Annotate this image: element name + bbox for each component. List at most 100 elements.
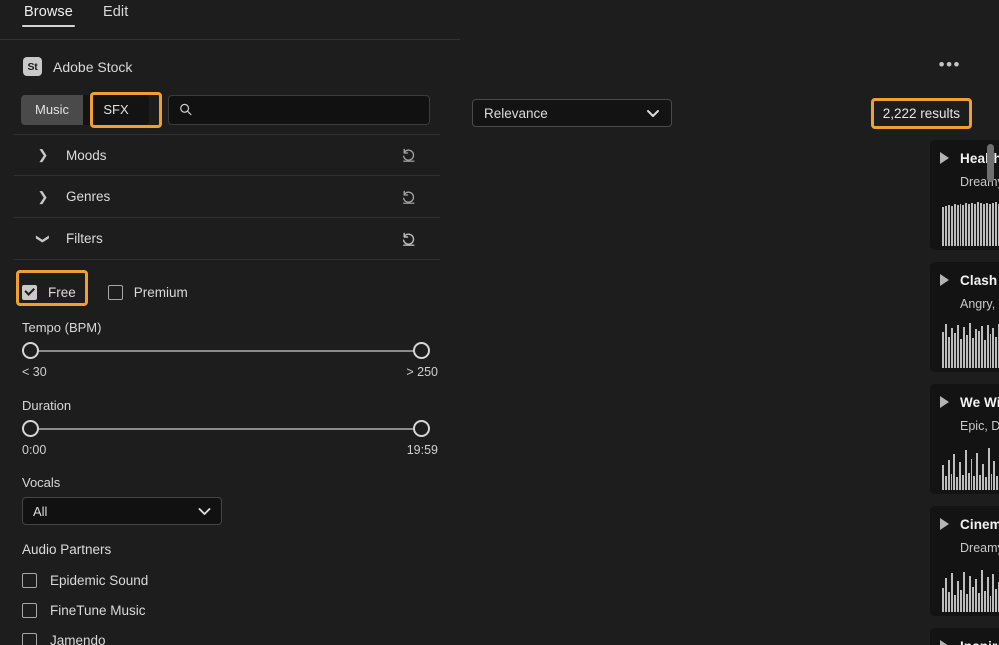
checkbox-free[interactable] [22, 284, 37, 300]
waveform-bar [980, 326, 983, 368]
media-type-segmented-control: Music SFX [21, 94, 149, 125]
waveform-bar [962, 205, 965, 246]
tempo-slider-max-handle[interactable] [413, 342, 430, 359]
tempo-min-label: < 30 [22, 365, 47, 379]
waveform-bar [982, 204, 985, 246]
waveform-bar [953, 204, 956, 246]
chevron-down-icon [647, 109, 659, 117]
waveform-bar [994, 202, 997, 246]
partner-finetune-music[interactable]: FineTune Music [22, 595, 438, 625]
audio-partners-label: Audio Partners [22, 542, 112, 557]
license-checkbox-row: Free Premium [22, 278, 438, 306]
waveform-bar [953, 454, 956, 490]
checkbox-jamendo[interactable] [22, 632, 37, 645]
results-scrollbar[interactable] [987, 140, 994, 645]
reset-icon[interactable] [400, 146, 418, 164]
waveform-bar [944, 324, 947, 368]
provider-row[interactable]: St Adobe Stock [0, 40, 460, 78]
tempo-slider-min-handle[interactable] [22, 342, 39, 359]
chevron-right-icon: ❯ [37, 188, 49, 204]
waveform-bar [959, 339, 962, 368]
waveform-bar [982, 464, 984, 490]
play-icon[interactable] [940, 518, 949, 530]
waveform-bar [962, 327, 965, 368]
checkbox-epidemic-sound[interactable] [22, 572, 37, 588]
waveform-bar [956, 477, 959, 490]
play-icon[interactable] [940, 152, 949, 164]
play-icon[interactable] [940, 640, 949, 645]
adobe-stock-icon: St [23, 57, 42, 76]
waveform-bar [956, 581, 959, 612]
segment-music-label: Music [35, 102, 69, 117]
tab-edit-label: Edit [102, 4, 129, 20]
duration-label: Duration [22, 398, 72, 413]
waveform-bar [947, 205, 950, 246]
checkbox-finetune-music[interactable] [22, 602, 37, 618]
waveform-bar [942, 207, 944, 246]
play-icon[interactable] [940, 396, 949, 408]
tab-browse-label: Browse [24, 4, 73, 20]
segment-music[interactable]: Music [21, 94, 83, 125]
waveform-bar [971, 587, 974, 612]
waveform-bar [947, 460, 950, 490]
search-field[interactable] [168, 94, 430, 125]
checkbox-premium[interactable] [107, 284, 123, 300]
more-options-icon[interactable]: ••• [939, 56, 961, 73]
duration-range-labels: 0:00 19:59 [22, 443, 438, 457]
reset-icon[interactable] [400, 188, 418, 206]
section-moods[interactable]: ❯ Moods [14, 134, 440, 176]
vocals-select[interactable]: All [22, 497, 222, 525]
duration-slider-max-handle[interactable] [413, 420, 430, 437]
section-genres[interactable]: ❯ Genres [14, 176, 440, 218]
waveform-bar [956, 325, 959, 368]
waveform-bar [962, 475, 964, 490]
tab-edit[interactable]: Edit [101, 2, 130, 27]
waveform-bar [968, 204, 971, 246]
section-filters-label: Filters [66, 231, 103, 246]
duration-slider[interactable] [22, 420, 430, 438]
waveform-bar [967, 473, 970, 490]
segment-sfx-label: SFX [103, 102, 129, 117]
duration-slider-track [32, 428, 420, 430]
section-filters[interactable]: ❯ Filters [14, 218, 440, 260]
tempo-slider-track [32, 350, 420, 352]
chevron-right-icon: ❯ [37, 147, 49, 162]
waveform-bar [970, 459, 973, 490]
results-count-wrap: 2,222 results [870, 97, 972, 129]
reset-icon[interactable] [400, 230, 418, 248]
waveform-bar [950, 328, 953, 368]
chevron-down-icon [198, 507, 211, 515]
waveform-bar [959, 462, 962, 490]
waveform-bar [950, 206, 953, 246]
results-count: 2,222 results [882, 105, 960, 121]
partner-epidemic-sound[interactable]: Epidemic Sound [22, 565, 438, 595]
waveform-bar [971, 202, 974, 246]
waveform-bar [976, 453, 979, 490]
waveform-bar [980, 570, 983, 612]
tempo-slider[interactable] [22, 342, 430, 360]
search-input[interactable] [200, 95, 419, 124]
waveform-bar [979, 475, 982, 490]
segment-sfx[interactable]: SFX [83, 94, 149, 125]
tempo-range-labels: < 30 > 250 [22, 365, 438, 379]
waveform-bar [983, 340, 986, 368]
waveform-bar [944, 578, 947, 612]
tempo-label: Tempo (BPM) [22, 320, 102, 335]
results-scrollbar-thumb[interactable] [987, 144, 994, 182]
waveform-bar [947, 592, 950, 612]
waveform-bar [995, 589, 998, 612]
play-icon[interactable] [940, 274, 949, 286]
partner-jamendo-label: Jamendo [50, 632, 106, 645]
vocals-label: Vocals [22, 475, 61, 490]
waveform-bar [974, 203, 977, 246]
checkbox-premium-label: Premium [133, 284, 188, 300]
sort-by-select[interactable]: Relevance [472, 99, 672, 127]
tab-browse[interactable]: Browse [22, 2, 75, 27]
duration-min-label: 0:00 [22, 443, 47, 457]
waveform-bar [968, 323, 971, 368]
waveform-bar [977, 202, 979, 246]
duration-slider-min-handle[interactable] [22, 420, 39, 437]
waveform-bar [956, 204, 959, 246]
partner-jamendo[interactable]: Jamendo [22, 625, 438, 645]
waveform-bar [979, 203, 982, 246]
